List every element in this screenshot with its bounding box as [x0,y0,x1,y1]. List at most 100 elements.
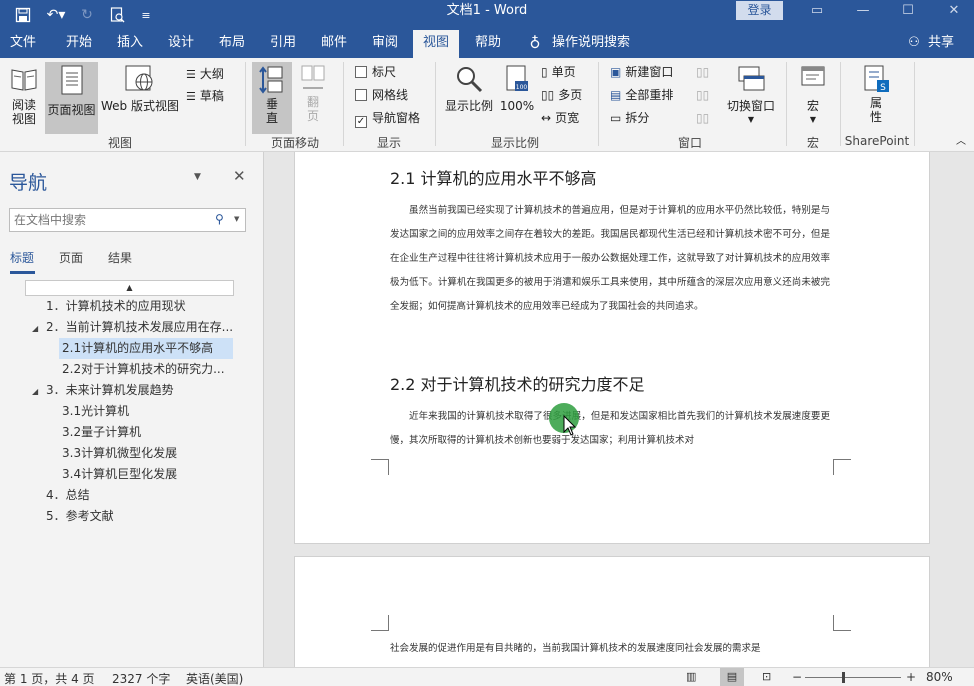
pane-options-icon[interactable]: ▼ [194,172,201,182]
switch-windows-button[interactable]: 切换窗口 ▼ [724,64,778,127]
page-2[interactable]: 社会发展的促进作用是有目共睹的，当前我国计算机技术的发展速度同社会发展的需求是 [294,556,930,667]
ribbon-separator [245,62,246,146]
read-mode-icon[interactable]: ▥ [686,670,696,683]
close-icon[interactable]: ✕ [937,0,971,22]
crop-mark [833,459,851,475]
expand-triangle-icon[interactable]: ◢ [32,324,38,333]
document-area[interactable]: 2.1 计算机的应用水平不够高 虽然当前我国已经实现了计算机技术的普遍应用，但是… [265,152,974,667]
draft-button[interactable]: ☰ 草稿 [186,86,224,106]
zoom-label: 显示比例 [444,99,493,113]
paragraph[interactable]: 社会发展的促进作用是有目共睹的，当前我国计算机技术的发展速度同社会发展的需求是 [390,637,830,661]
vertical-label: 垂 直 [265,97,278,125]
reset-window-icon[interactable]: ▯▯ [696,108,709,128]
switch-windows-label: 切换窗口 [726,99,775,113]
ribbon-separator [598,62,599,146]
ruler-checkbox[interactable]: 标尺 [355,62,396,82]
tab-insert[interactable]: 插入 [107,30,153,58]
tab-help[interactable]: 帮助 [465,30,511,58]
maximize-icon[interactable]: ☐ [891,0,925,22]
read-mode-button[interactable]: 阅读 视图 [4,64,44,126]
view-side-by-side-icon[interactable]: ▯▯ [696,62,709,82]
zoom-out-icon[interactable]: − [792,670,802,684]
tab-references[interactable]: 引用 [260,30,306,58]
ribbon: 阅读 视图 页面视图 Web 版式视图 ☰ 大纲 ☰ 草稿 视图 垂 直 翻 页 页… [0,58,974,152]
heading-item[interactable]: 5．参考文献 [46,506,236,527]
multiple-pages-icon: ▯▯ [541,88,555,102]
heading-item-selected[interactable]: 2.1计算机的应用水平不够高 [59,338,233,359]
web-layout-icon[interactable]: ⊡ [762,670,771,683]
language[interactable]: 英语(美国) [186,670,243,686]
heading-item[interactable]: 1．计算机技术的应用现状 [46,296,236,317]
sync-scroll-icon[interactable]: ▯▯ [696,85,709,105]
one-page-button[interactable]: ▯ 单页 [541,62,576,82]
split-button[interactable]: ▭ 拆分 [610,108,649,128]
nav-tab-pages[interactable]: 页面 [59,249,83,266]
tab-layout[interactable]: 布局 [209,30,255,58]
page-1[interactable]: 2.1 计算机的应用水平不够高 虽然当前我国已经实现了计算机技术的普遍应用，但是… [294,152,930,544]
navigation-pane-checkbox[interactable]: ✓ 导航窗格 [355,108,420,128]
heading-item[interactable]: 2.2对于计算机技术的研究力... [62,359,232,380]
print-layout-icon[interactable]: ▤ [720,668,744,686]
vertical-button[interactable]: 垂 直 [252,62,292,134]
status-bar: 第 1 页，共 4 页 2327 个字 英语(美国) ▥ ▤ ⊡ − + 80% [0,667,974,686]
outline-button[interactable]: ☰ 大纲 [186,64,224,84]
heading-item[interactable]: 3．未来计算机发展趋势 [46,380,236,401]
tab-view[interactable]: 视图 [413,30,459,58]
ribbon-display-icon[interactable]: ▭ [800,0,834,22]
zoom-100-button[interactable]: 100 100% [499,64,535,113]
multiple-pages-button[interactable]: ▯▯ 多页 [541,85,582,105]
tab-home[interactable]: 开始 [56,30,102,58]
zoom-slider[interactable] [805,677,901,678]
expand-triangle-icon[interactable]: ◢ [32,387,38,396]
page-count[interactable]: 第 1 页，共 4 页 [4,670,95,686]
zoom-button[interactable]: 显示比例 [440,64,498,113]
macros-button[interactable]: 宏 ▼ [796,64,830,127]
zoom-level[interactable]: 80% [926,670,953,684]
side-to-side-button[interactable]: 翻 页 [296,64,330,123]
tab-file[interactable]: 文件 [0,30,46,58]
close-pane-icon[interactable]: ✕ [233,167,246,185]
search-dropdown-icon[interactable]: ▼ [234,215,239,223]
heading-2-2[interactable]: 2.2 对于计算机技术的研究力度不足 [390,371,645,395]
ruler-check-icon [355,66,367,78]
page-width-button[interactable]: ↔ 页宽 [541,108,579,128]
tab-review[interactable]: 审阅 [362,30,408,58]
sign-in-button[interactable]: 登录 [736,1,783,20]
search-input[interactable]: 在文档中搜索 [14,209,86,231]
tab-mailings[interactable]: 邮件 [311,30,357,58]
heading-item[interactable]: 3.2量子计算机 [62,422,232,443]
heading-item[interactable]: 4．总结 [46,485,236,506]
collapse-all-bar[interactable]: ▲ [25,280,234,296]
nav-tab-headings[interactable]: 标题 [10,249,34,266]
heading-item[interactable]: 2．当前计算机技术发展应用在存... [46,317,236,338]
zoom-in-icon[interactable]: + [906,670,916,684]
tell-me-search[interactable]: 操作说明搜索 [552,30,632,58]
read-mode-icon [11,69,37,91]
minimize-icon[interactable]: — [846,0,880,22]
web-layout-button[interactable]: Web 版式视图 [100,64,180,113]
ribbon-separator [786,62,787,146]
heading-2-1[interactable]: 2.1 计算机的应用水平不够高 [390,165,597,189]
zoom-slider-thumb[interactable] [842,672,845,683]
heading-item[interactable]: 3.4计算机巨型化发展 [62,464,232,485]
collapse-ribbon-icon[interactable]: ︿ [956,132,966,152]
group-sharepoint-label: SharePoint [844,134,910,148]
arrange-all-button[interactable]: ▤ 全部重排 [610,85,673,105]
search-box[interactable]: 在文档中搜索 ⚲ ▼ [9,208,246,232]
group-zoom-label: 显示比例 [490,136,539,150]
macros-label: 宏 [806,99,819,113]
heading-item[interactable]: 3.1光计算机 [62,401,232,422]
share-button[interactable]: 共享 [926,30,956,58]
one-page-icon: ▯ [541,65,548,79]
heading-item[interactable]: 3.3计算机微型化发展 [62,443,232,464]
nav-tab-results[interactable]: 结果 [108,249,132,266]
paragraph[interactable]: 近年来我国的计算机技术取得了很多进展，但是和发达国家相比首先我们的计算机技术发展… [390,405,830,453]
new-window-button[interactable]: ▣ 新建窗口 [610,62,673,82]
gridlines-checkbox[interactable]: 网格线 [355,85,408,105]
word-count[interactable]: 2327 个字 [112,670,170,686]
paragraph[interactable]: 虽然当前我国已经实现了计算机技术的普遍应用，但是对于计算机的应用水平仍然比较低，… [390,199,830,319]
tab-design[interactable]: 设计 [158,30,204,58]
properties-button[interactable]: S 属 性 [856,64,896,124]
search-icon[interactable]: ⚲ [215,212,224,226]
print-layout-button[interactable]: 页面视图 [45,62,98,134]
